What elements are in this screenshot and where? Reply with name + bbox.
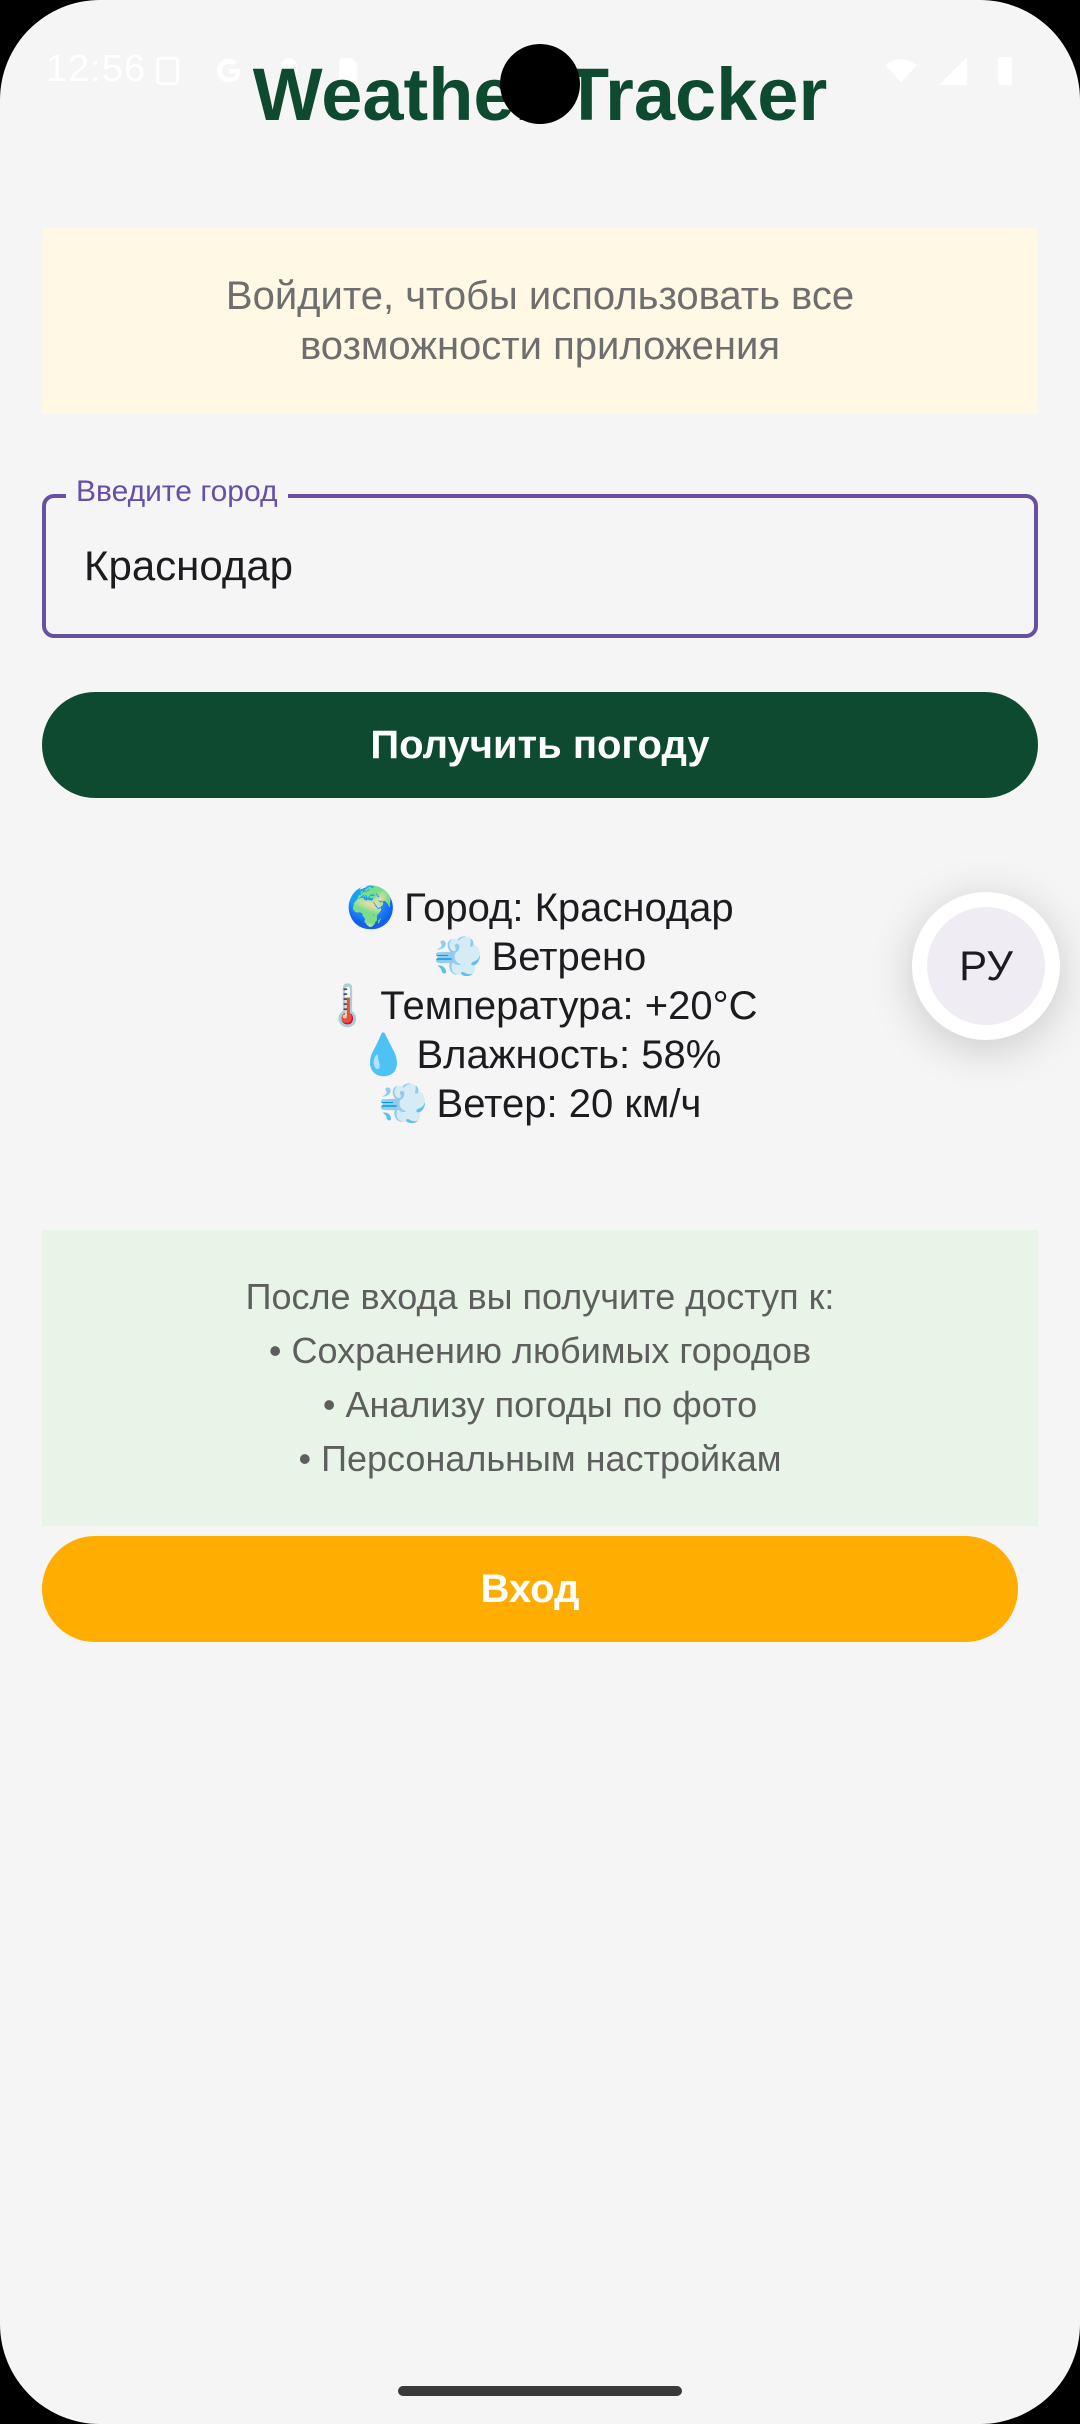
login-hint-line-1: Войдите, чтобы использовать все — [225, 274, 855, 318]
city-field[interactable]: Введите город — [42, 472, 1038, 638]
weather-temperature-line: 🌡️ Температура: +20°C — [42, 982, 1038, 1031]
benefits-item: • Персональным настройкам — [298, 1438, 782, 1479]
weather-wind-text: Ветер: 20 км/ч — [436, 1082, 702, 1126]
city-input[interactable] — [84, 542, 984, 590]
login-hint-banner: Войдите, чтобы использовать все возможно… — [42, 228, 1038, 414]
benefits-item: • Сохранению любимых городов — [268, 1330, 812, 1371]
app-screen: 12:56 Weather Tracker Войдите, чтобы исп… — [0, 0, 1080, 2424]
weather-wind-line: 💨 Ветер: 20 км/ч — [42, 1080, 1038, 1129]
weather-humidity-text: Влажность: 58% — [416, 1033, 722, 1077]
droplet-icon: 💧 — [358, 1033, 409, 1077]
login-button[interactable]: Вход — [42, 1536, 1018, 1642]
weather-city-text: Город: Краснодар — [404, 886, 734, 930]
camera-cutout — [500, 44, 580, 124]
get-weather-button[interactable]: Получить погоду — [42, 692, 1038, 798]
globe-icon: 🌍 — [346, 886, 397, 930]
weather-humidity-line: 💧 Влажность: 58% — [42, 1031, 1038, 1080]
city-field-label: Введите город — [66, 472, 288, 512]
weather-temperature-text: Температура: +20°C — [380, 984, 758, 1028]
benefits-item: • Анализу погоды по фото — [322, 1384, 758, 1425]
weather-city-line: 🌍 Город: Краснодар — [42, 884, 1038, 933]
login-hint-line-2: возможности приложения — [299, 324, 781, 368]
language-button[interactable]: РУ — [912, 892, 1060, 1040]
weather-result: 🌍 Город: Краснодар 💨 Ветрено 🌡️ Температура… — [42, 884, 1038, 1129]
benefits-panel: После входа вы получите доступ к: • Сохр… — [42, 1230, 1038, 1526]
home-indicator[interactable] — [398, 2386, 682, 2396]
benefits-heading: После входа вы получите доступ к: — [245, 1276, 835, 1317]
wind-icon: 💨 — [378, 1082, 429, 1126]
wind-icon: 💨 — [433, 935, 484, 979]
thermometer-icon: 🌡️ — [322, 984, 373, 1028]
language-button-label: РУ — [927, 907, 1045, 1025]
weather-condition-text: Ветрено — [491, 935, 647, 979]
weather-condition-line: 💨 Ветрено — [42, 933, 1038, 982]
